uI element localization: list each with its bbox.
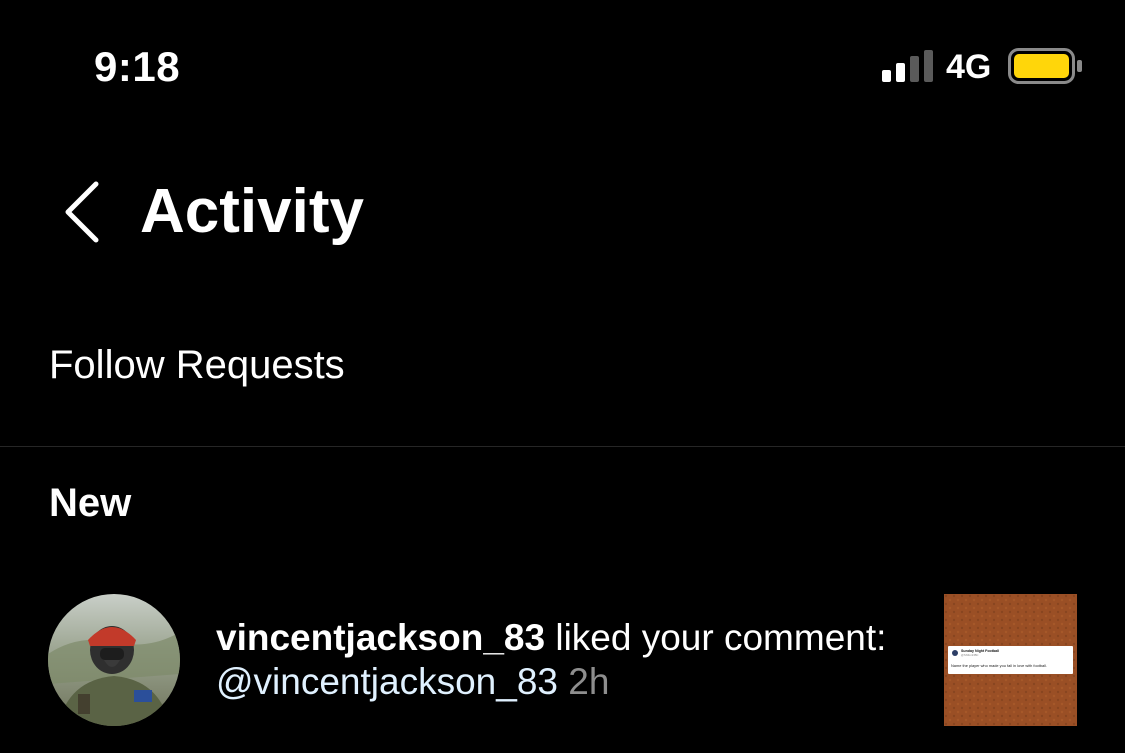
activity-item[interactable]: vincentjackson_83 liked your comment: @v…	[0, 590, 1125, 730]
activity-mention[interactable]: @vincentjackson_83	[216, 661, 558, 702]
chevron-left-icon[interactable]	[56, 178, 112, 246]
divider	[0, 446, 1125, 447]
activity-timestamp: 2h	[568, 661, 610, 702]
avatar[interactable]	[48, 594, 180, 726]
post-thumbnail[interactable]: Sunday Night Football @SNFonNBC Name the…	[944, 594, 1077, 726]
status-bar: 9:18 4G	[0, 0, 1125, 130]
network-type: 4G	[946, 48, 992, 86]
section-title-new: New	[49, 481, 132, 525]
cellular-signal-icon	[882, 50, 933, 82]
football-texture-image: Sunday Night Football @SNFonNBC Name the…	[944, 594, 1077, 726]
thumb-card-text: Name the player who made you fall in lov…	[951, 663, 1047, 668]
avatar-photo	[48, 594, 180, 726]
follow-requests-row[interactable]: Follow Requests	[0, 320, 1125, 446]
header: Activity	[0, 160, 1125, 270]
thumb-card-handle: @SNFonNBC	[961, 653, 978, 657]
activity-action: liked your comment:	[545, 617, 887, 658]
activity-text: vincentjackson_83 liked your comment: @v…	[216, 616, 926, 704]
battery-icon	[1008, 48, 1082, 84]
page-title: Activity	[140, 177, 364, 246]
status-time: 9:18	[94, 43, 181, 90]
follow-requests-label: Follow Requests	[49, 343, 345, 387]
activity-username[interactable]: vincentjackson_83	[216, 617, 545, 658]
